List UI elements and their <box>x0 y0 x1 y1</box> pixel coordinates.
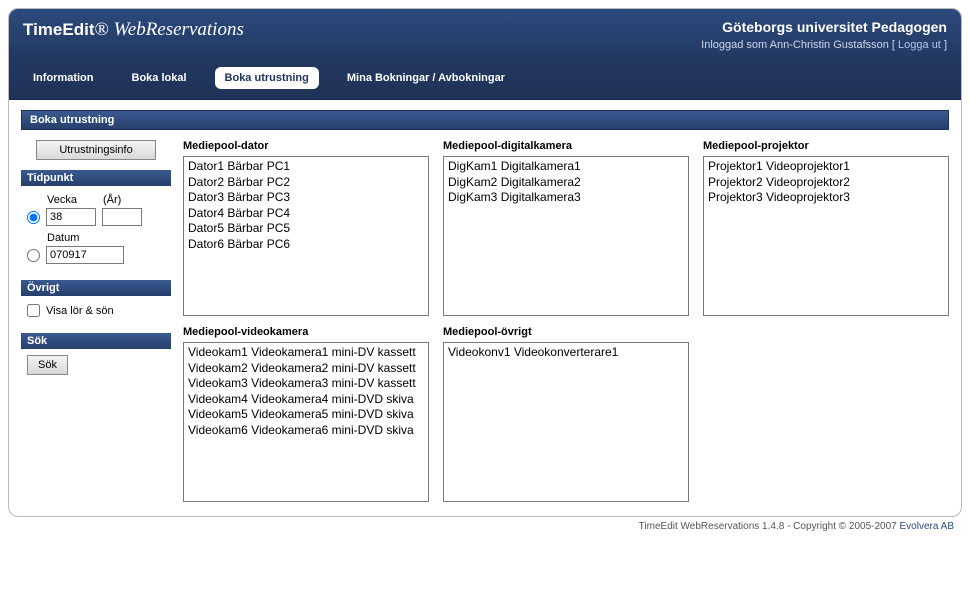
list-item[interactable]: Dator3 Bärbar PC3 <box>188 190 424 206</box>
equipment-grid: Mediepool-dator Dator1 Bärbar PC1 Dator2… <box>183 140 949 502</box>
list-item[interactable]: Dator6 Bärbar PC6 <box>188 237 424 253</box>
footer: TimeEdit WebReservations 1.4.8 - Copyrig… <box>8 517 962 532</box>
vecka-input[interactable] <box>46 208 96 226</box>
list-item[interactable]: Dator4 Bärbar PC4 <box>188 206 424 222</box>
pool-digitalkamera: Mediepool-digitalkamera DigKam1 Digitalk… <box>443 140 689 316</box>
ovrigt-header: Övrigt <box>21 280 171 296</box>
logged-in-user: Ann-Christin Gustafsson <box>770 39 889 51</box>
list-item[interactable]: Projektor3 Videoprojektor3 <box>708 190 944 206</box>
pool-title: Mediepool-digitalkamera <box>443 140 689 152</box>
org-info: Göteborgs universitet Pedagogen Inloggad… <box>701 19 947 51</box>
pool-title: Mediepool-videokamera <box>183 326 429 338</box>
nav-boka-utrustning[interactable]: Boka utrustning <box>215 67 319 89</box>
vecka-radio[interactable] <box>27 211 40 224</box>
section-title: Boka utrustning <box>21 110 949 130</box>
vecka-label: Vecka <box>47 194 97 206</box>
nav-mina-bokningar[interactable]: Mina Bokningar / Avbokningar <box>337 67 515 89</box>
pool-list-digitalkamera[interactable]: DigKam1 Digitalkamera1 DigKam2 Digitalka… <box>443 156 689 316</box>
logout-link[interactable]: Logga ut <box>898 39 941 51</box>
pool-ovrigt: Mediepool-övrigt Videokonv1 Videokonvert… <box>443 326 689 502</box>
list-item[interactable]: Videokam6 Videokamera6 mini-DVD skiva <box>188 423 424 439</box>
logged-in-prefix: Inloggad som <box>701 39 770 51</box>
sidebar: Utrustningsinfo Tidpunkt Vecka (År) <box>21 140 171 502</box>
list-item[interactable]: Projektor2 Videoprojektor2 <box>708 175 944 191</box>
footer-text: TimeEdit WebReservations 1.4.8 - Copyrig… <box>639 521 900 532</box>
datum-label: Datum <box>47 232 79 244</box>
equipment-info-button[interactable]: Utrustningsinfo <box>36 140 156 160</box>
pool-title: Mediepool-projektor <box>703 140 949 152</box>
list-item[interactable]: DigKam2 Digitalkamera2 <box>448 175 684 191</box>
app-header: TimeEdit® WebReservations Göteborgs univ… <box>9 9 961 100</box>
datum-radio[interactable] <box>27 249 40 262</box>
list-item[interactable]: Dator5 Bärbar PC5 <box>188 221 424 237</box>
visa-lor-son-row[interactable]: Visa lör & sön <box>27 304 165 317</box>
list-item[interactable]: Videokam1 Videokamera1 mini-DV kassett <box>188 345 424 361</box>
nav-boka-lokal[interactable]: Boka lokal <box>122 67 197 89</box>
pool-dator: Mediepool-dator Dator1 Bärbar PC1 Dator2… <box>183 140 429 316</box>
pool-list-dator[interactable]: Dator1 Bärbar PC1 Dator2 Bärbar PC2 Dato… <box>183 156 429 316</box>
sok-header: Sök <box>21 333 171 349</box>
list-item[interactable]: DigKam1 Digitalkamera1 <box>448 159 684 175</box>
pool-title: Mediepool-övrigt <box>443 326 689 338</box>
pool-title: Mediepool-dator <box>183 140 429 152</box>
org-title: Göteborgs universitet Pedagogen <box>701 19 947 35</box>
list-item[interactable]: Videokam3 Videokamera3 mini-DV kassett <box>188 376 424 392</box>
pool-list-projektor[interactable]: Projektor1 Videoprojektor1 Projektor2 Vi… <box>703 156 949 316</box>
pool-list-videokamera[interactable]: Videokam1 Videokamera1 mini-DV kassett V… <box>183 342 429 502</box>
pool-projektor: Mediepool-projektor Projektor1 Videoproj… <box>703 140 949 316</box>
brand-logo: TimeEdit® WebReservations <box>23 19 244 41</box>
ar-label: (År) <box>103 194 121 206</box>
main-nav: Information Boka lokal Boka utrustning M… <box>23 67 947 99</box>
list-item[interactable]: Videokonv1 Videokonverterare1 <box>448 345 684 361</box>
list-item[interactable]: Dator2 Bärbar PC2 <box>188 175 424 191</box>
pool-videokamera: Mediepool-videokamera Videokam1 Videokam… <box>183 326 429 502</box>
list-item[interactable]: Dator1 Bärbar PC1 <box>188 159 424 175</box>
list-item[interactable]: Videokam5 Videokamera5 mini-DVD skiva <box>188 407 424 423</box>
visa-lor-son-checkbox[interactable] <box>27 304 40 317</box>
nav-information[interactable]: Information <box>23 67 104 89</box>
footer-link[interactable]: Evolvera AB <box>900 521 954 532</box>
tidpunkt-header: Tidpunkt <box>21 170 171 186</box>
list-item[interactable]: Projektor1 Videoprojektor1 <box>708 159 944 175</box>
ar-input[interactable] <box>102 208 142 226</box>
visa-lor-son-label: Visa lör & sön <box>46 305 114 317</box>
pool-list-ovrigt[interactable]: Videokonv1 Videokonverterare1 <box>443 342 689 502</box>
datum-input[interactable] <box>46 246 124 264</box>
search-button[interactable]: Sök <box>27 355 68 375</box>
list-item[interactable]: Videokam4 Videokamera4 mini-DVD skiva <box>188 392 424 408</box>
list-item[interactable]: Videokam2 Videokamera2 mini-DV kassett <box>188 361 424 377</box>
list-item[interactable]: DigKam3 Digitalkamera3 <box>448 190 684 206</box>
